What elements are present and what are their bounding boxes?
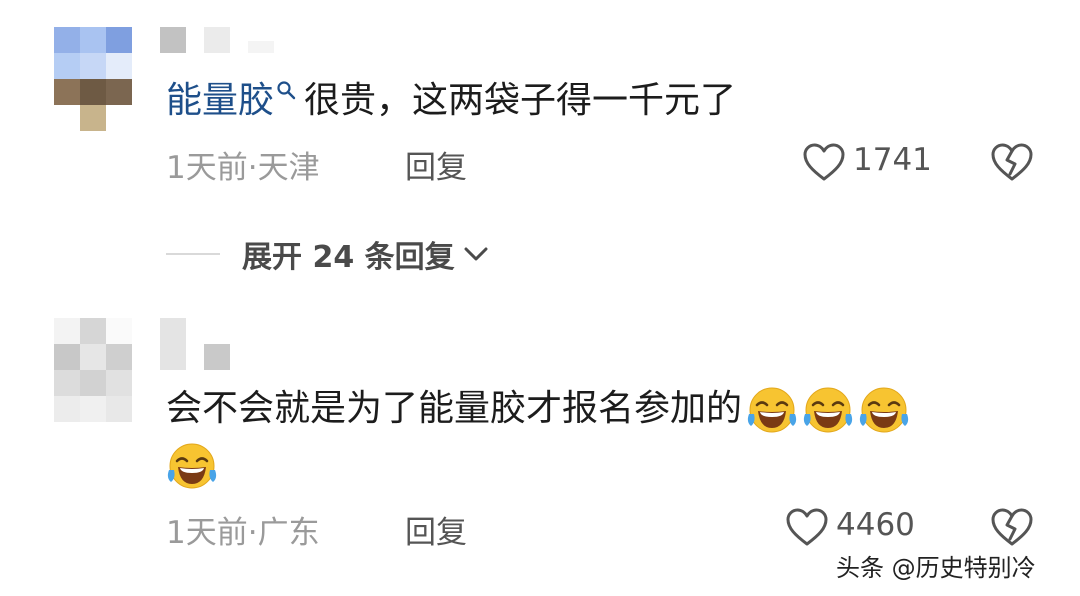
comment-body: 很贵，这两袋子得一千元了: [304, 80, 737, 121]
username[interactable]: [160, 318, 230, 370]
username[interactable]: [160, 27, 274, 53]
heart-icon[interactable]: [802, 142, 846, 182]
avatar[interactable]: [54, 27, 132, 131]
laughing-crying-emoji: [802, 384, 854, 436]
comment-page: 能量胶 很贵，这两袋子得一千元了 1天前·天津 回复 1741 展开 24 条回复: [0, 0, 1080, 596]
avatar[interactable]: [54, 318, 132, 422]
comment-meta: 1天前·天津: [166, 142, 320, 187]
reply-button[interactable]: 回复: [405, 142, 467, 187]
chevron-down-icon: [464, 247, 488, 261]
like-count: 4460: [836, 507, 915, 543]
laughing-crying-emoji: [858, 384, 910, 436]
expand-replies-label: 展开 24 条回复: [242, 240, 455, 275]
comment-text-continued: [166, 440, 218, 492]
comment-location: 广东: [257, 515, 320, 551]
broken-heart-icon[interactable]: [990, 142, 1034, 182]
laughing-crying-emoji: [166, 440, 218, 492]
reply-button[interactable]: 回复: [405, 507, 467, 552]
divider: [166, 253, 220, 255]
comment-time: 1天前: [166, 515, 248, 551]
comment-body: 会不会就是为了能量胶才报名参加的: [166, 388, 743, 429]
expand-replies-button[interactable]: 展开 24 条回复: [166, 232, 491, 276]
comment-location: 天津: [257, 150, 320, 186]
comment-meta: 1天前·广东: [166, 507, 320, 552]
watermark: 头条 @历史特别冷: [836, 554, 1036, 582]
comment-time: 1天前: [166, 150, 248, 186]
comment-text: 会不会就是为了能量胶才报名参加的: [166, 384, 910, 436]
heart-icon[interactable]: [785, 507, 829, 547]
meta-separator: ·: [247, 150, 258, 186]
laughing-crying-emoji: [746, 384, 798, 436]
broken-heart-icon[interactable]: [990, 507, 1034, 547]
like-count: 1741: [853, 142, 932, 178]
comment-text: 能量胶 很贵，这两袋子得一千元了: [166, 78, 736, 124]
search-icon[interactable]: [276, 78, 300, 108]
meta-separator: ·: [247, 515, 258, 551]
keyword-link[interactable]: 能量胶: [166, 80, 274, 121]
